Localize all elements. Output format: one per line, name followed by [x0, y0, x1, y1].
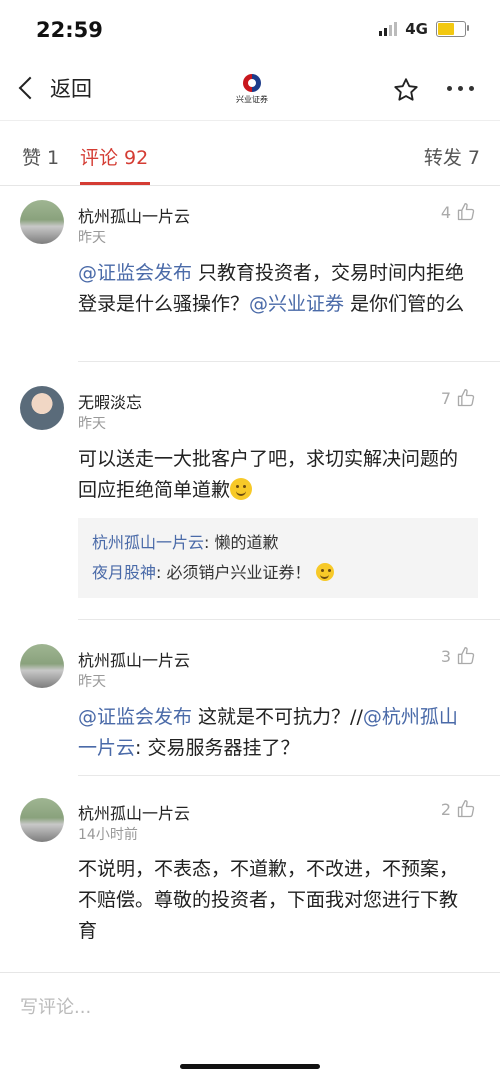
- mention-link[interactable]: @证监会发布: [78, 706, 192, 728]
- comment-text: 不说明，不表态，不道歉，不改进，不预案，不赔偿。尊敬的投资者，下面我对您进行下教…: [78, 858, 459, 942]
- divider: [78, 361, 500, 362]
- comment-author[interactable]: 杭州孤山一片云: [78, 647, 190, 671]
- like-button[interactable]: 3: [441, 646, 476, 666]
- status-bar: 22:59 4G: [0, 0, 500, 60]
- like-count: 4: [440, 202, 451, 222]
- like-count: 2: [440, 799, 451, 819]
- text-segment: 可以送走一大批客户了吧，求切实解决问题的回应拒绝简单道歉: [78, 448, 459, 501]
- like-button[interactable]: 4: [441, 202, 476, 222]
- status-time: 22:59: [36, 18, 103, 42]
- comment-item: 无暇淡忘 昨天 7 可以送走一大批客户了吧，求切实解决问题的回应拒绝简单道歉 杭…: [0, 372, 500, 620]
- avatar[interactable]: [20, 386, 64, 430]
- comment-time: 14小时前: [78, 827, 138, 843]
- comment-text: @证监会发布 这就是不可抗力？//@杭州孤山一片云: 交易服务器挂了？: [78, 702, 472, 764]
- reply-item: 杭州孤山一片云: 懒的道歉: [92, 528, 464, 558]
- reply-text: : 懒的道歉: [204, 533, 279, 552]
- comment-author[interactable]: 无暇淡忘: [78, 389, 142, 413]
- active-tab-indicator: [80, 182, 150, 185]
- comment-text: 可以送走一大批客户了吧，求切实解决问题的回应拒绝简单道歉: [78, 444, 472, 506]
- reply-author[interactable]: 夜月股神: [92, 563, 156, 582]
- tab-reposts[interactable]: 转发 7: [424, 143, 480, 170]
- star-icon[interactable]: [392, 76, 420, 104]
- like-button[interactable]: 2: [441, 799, 476, 819]
- tab-likes[interactable]: 赞 1: [22, 143, 59, 170]
- thumbs-up-icon: [457, 800, 475, 818]
- mention-link[interactable]: @兴业证券: [249, 293, 344, 315]
- tab-bar: 赞 1 评论 92 转发 7: [0, 121, 500, 186]
- divider: [78, 619, 500, 620]
- thumbs-up-icon: [457, 389, 475, 407]
- divider: [78, 775, 500, 776]
- signal-icon: [379, 22, 398, 36]
- like-count: 7: [440, 388, 451, 408]
- comment-author[interactable]: 杭州孤山一片云: [78, 203, 190, 227]
- comment-input[interactable]: 写评论...: [20, 993, 91, 1019]
- battery-icon: [436, 21, 469, 37]
- brand-logo: 兴业证券: [228, 66, 276, 112]
- reply-text: : 必须销户兴业证券！: [156, 563, 311, 582]
- network-label: 4G: [405, 20, 428, 38]
- thumbs-up-icon: [457, 647, 475, 665]
- back-label: 返回: [50, 77, 92, 101]
- avatar[interactable]: [20, 200, 64, 244]
- thumbs-up-icon: [457, 203, 475, 221]
- logo-text: 兴业证券: [236, 94, 268, 104]
- nav-bar: 返回 兴业证券: [0, 60, 500, 121]
- more-icon[interactable]: [447, 86, 474, 91]
- reply-box[interactable]: 杭州孤山一片云: 懒的道歉 夜月股神: 必须销户兴业证券！: [78, 518, 478, 598]
- yum-emoji-icon: [315, 563, 334, 581]
- status-icons: 4G: [379, 20, 469, 38]
- text-segment: 这就是不可抗力？//: [192, 706, 363, 728]
- avatar[interactable]: [20, 644, 64, 688]
- smile-emoji-icon: [230, 478, 253, 500]
- reply-item: 夜月股神: 必须销户兴业证券！: [92, 558, 464, 588]
- text-segment: : 交易服务器挂了？: [135, 737, 300, 759]
- comment-time: 昨天: [78, 674, 106, 690]
- comment-time: 昨天: [78, 230, 106, 246]
- comment-item: 杭州孤山一片云 昨天 4 @证监会发布 只教育投资者，交易时间内拒绝登录是什么骚…: [0, 186, 500, 362]
- avatar[interactable]: [20, 798, 64, 842]
- text-segment: 是你们管的么: [344, 293, 465, 315]
- reply-author[interactable]: 杭州孤山一片云: [92, 533, 204, 552]
- comment-text: @证监会发布 只教育投资者，交易时间内拒绝登录是什么骚操作？@兴业证券 是你们管…: [78, 258, 472, 320]
- comment-author[interactable]: 杭州孤山一片云: [78, 800, 190, 824]
- back-button[interactable]: 返回: [16, 73, 92, 103]
- comment-item: 杭州孤山一片云 昨天 3 @证监会发布 这就是不可抗力？//@杭州孤山一片云: …: [0, 630, 500, 776]
- logo-mark-icon: [243, 73, 261, 92]
- comment-item: 杭州孤山一片云 14小时前 2 不说明，不表态，不道歉，不改进，不预案，不赔偿。…: [0, 786, 500, 972]
- mention-link[interactable]: @证监会发布: [78, 262, 192, 284]
- comment-time: 昨天: [78, 416, 106, 432]
- home-indicator[interactable]: [180, 1064, 320, 1069]
- like-button[interactable]: 7: [441, 388, 476, 408]
- chevron-left-icon: [18, 76, 42, 100]
- like-count: 3: [440, 646, 451, 666]
- tab-comments[interactable]: 评论 92: [80, 143, 148, 170]
